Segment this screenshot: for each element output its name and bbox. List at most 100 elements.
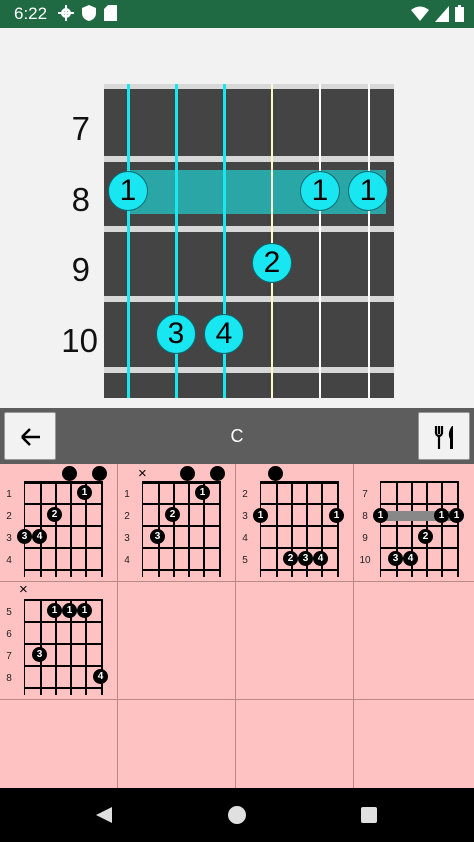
empty-cell: [354, 582, 474, 700]
mini-fret-line: [381, 481, 459, 483]
fork-knife-icon: [434, 426, 453, 449]
open-string-marker: [268, 466, 283, 481]
mini-fret-label: 3: [124, 533, 130, 544]
string-1[interactable]: [368, 84, 370, 398]
mini-fret-line: [381, 525, 459, 527]
fret-label-9: 9: [71, 251, 90, 288]
mini-string: [173, 481, 175, 577]
mini-finger-dot: 3: [32, 647, 47, 662]
chord-variation-3[interactable]: 2 3 4 5 1 1 2 3 4: [236, 464, 354, 582]
mini-fret-label: 3: [242, 511, 248, 522]
mini-fret-label: 2: [124, 511, 130, 522]
finger-marker[interactable]: 1: [300, 171, 340, 211]
mini-finger-dot: 3: [150, 529, 165, 544]
mini-fret-line: [143, 569, 221, 571]
mini-fret-line: [381, 503, 459, 505]
finger-marker[interactable]: 3: [156, 314, 196, 354]
nav-recents-icon[interactable]: [359, 805, 379, 825]
mini-fret-line: [25, 599, 103, 601]
status-left-icons: [58, 5, 117, 21]
mini-string: [457, 481, 459, 577]
mini-finger-dot: 4: [32, 529, 47, 544]
mini-finger-dot: 2: [418, 529, 433, 544]
muted-string-marker: ×: [19, 581, 28, 598]
mini-fret-label: 7: [6, 651, 12, 662]
status-bar: 6:22: [0, 0, 474, 28]
mini-fret-line: [25, 569, 103, 571]
chord-variation-2[interactable]: 1 2 3 4 × 1 2 3: [118, 464, 236, 582]
finger-marker[interactable]: 1: [108, 171, 148, 211]
mini-finger-dot: 4: [313, 551, 328, 566]
mini-fret-line: [261, 569, 339, 571]
chord-variation-5[interactable]: 5 6 7 8 × 1 1 1 3 4: [0, 582, 118, 700]
mini-finger-dot: 1: [62, 603, 77, 618]
navigation-bar: [0, 788, 474, 842]
fret-line: [104, 84, 394, 89]
fret-line: [104, 296, 394, 302]
mini-fret-line: [25, 665, 103, 667]
fret-line: [104, 156, 394, 162]
mini-fret-label: 3: [6, 533, 12, 544]
mini-fret-line: [25, 525, 103, 527]
battery-icon: [455, 5, 464, 22]
mini-finger-dot: 1: [329, 508, 344, 523]
mini-finger-dot: 3: [388, 551, 403, 566]
mini-fret-line: [143, 547, 221, 549]
mini-string: [55, 481, 57, 577]
nut: [143, 481, 221, 484]
open-string-marker: [180, 466, 195, 481]
mini-finger-dot: 1: [77, 603, 92, 618]
mini-fret-label: 9: [362, 533, 368, 544]
mini-fret-label: 7: [362, 489, 368, 500]
toolbar: C: [0, 408, 474, 464]
string-6[interactable]: [127, 84, 130, 398]
mini-fret-label: 4: [6, 555, 12, 566]
mini-finger-dot: 1: [449, 508, 464, 523]
mini-string: [101, 481, 103, 577]
fretboard[interactable]: 1 1 1 2 3 4: [104, 84, 394, 398]
mini-fret-line: [261, 547, 339, 549]
chord-variation-1[interactable]: 1 2 3 4 1 2 3 4: [0, 464, 118, 582]
mini-fret-label: 1: [6, 489, 12, 500]
nav-back-icon[interactable]: [94, 805, 114, 825]
mini-finger-dot: 2: [165, 507, 180, 522]
open-string-marker: [92, 466, 107, 481]
mini-string: [70, 481, 72, 577]
mini-fret-line: [25, 503, 103, 505]
back-button[interactable]: [4, 412, 56, 460]
mini-fret-label: 10: [359, 555, 371, 566]
mini-finger-dot: 1: [434, 508, 449, 523]
status-time: 6:22: [14, 4, 48, 23]
mini-finger-dot: 3: [298, 551, 313, 566]
mini-string: [188, 481, 190, 577]
mini-fret-label: 2: [6, 511, 12, 522]
mini-fret-label: 2: [242, 489, 248, 500]
mini-fret-line: [143, 503, 221, 505]
sd-card-icon: [104, 5, 117, 21]
string-3[interactable]: [271, 84, 273, 398]
fret-label-8: 8: [71, 181, 90, 218]
finger-marker[interactable]: 1: [348, 171, 388, 211]
finger-marker[interactable]: 2: [252, 243, 292, 283]
nut: [261, 481, 339, 484]
chord-variation-4[interactable]: 7 8 9 10 1 1 1 2 3 4: [354, 464, 474, 582]
tools-button[interactable]: [418, 412, 470, 460]
mini-string: [337, 481, 339, 577]
mini-fret-label: 4: [124, 555, 130, 566]
string-2[interactable]: [319, 84, 321, 398]
fret-label-10: 10: [61, 322, 98, 359]
mini-fret-label: 8: [6, 673, 12, 684]
finger-marker[interactable]: 4: [204, 314, 244, 354]
main-chord-diagram[interactable]: 7 8 9 10 1 1 1 2 3 4: [0, 28, 474, 408]
nav-home-icon[interactable]: [227, 805, 247, 825]
empty-cell: [236, 582, 354, 700]
fret-line: [104, 226, 394, 232]
mini-finger-dot: 1: [373, 508, 388, 523]
mini-fret-line: [25, 643, 103, 645]
wifi-icon: [411, 6, 429, 21]
open-string-marker: [210, 466, 225, 481]
gear-icon: [58, 5, 74, 21]
signal-icon: [435, 5, 449, 22]
mini-fret-label: 8: [362, 511, 368, 522]
mini-fret-line: [381, 569, 459, 571]
